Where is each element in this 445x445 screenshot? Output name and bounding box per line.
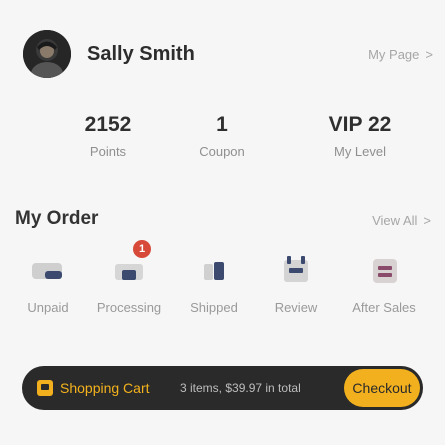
stat-level[interactable]: VIP 22 My Level <box>300 112 420 159</box>
view-all-link[interactable]: View All > <box>372 213 431 228</box>
order-label: Review <box>274 300 318 315</box>
order-unpaid[interactable]: Unpaid <box>8 244 88 315</box>
profile-header: Sally Smith My Page > <box>0 0 445 108</box>
my-page-label: My Page <box>368 47 420 62</box>
chat-icon <box>276 250 316 290</box>
order-section-title: My Order <box>15 208 99 229</box>
chevron-right-icon: > <box>423 213 431 228</box>
box-icon: 1 <box>109 240 151 290</box>
cart-summary: 3 items, $39.97 in total <box>180 381 301 395</box>
refund-icon <box>364 250 404 290</box>
avatar-image <box>23 30 71 78</box>
notification-badge: 1 <box>133 240 151 258</box>
order-label: After Sales <box>352 300 416 315</box>
checkout-button[interactable]: Checkout <box>344 369 420 407</box>
stats-row: 2152 Points 1 Coupon VIP 22 My Level <box>0 112 445 172</box>
cart-label: Shopping Cart <box>60 380 150 396</box>
cart-icon <box>36 379 54 397</box>
stat-label: Coupon <box>199 144 245 159</box>
order-after-sales[interactable]: After Sales <box>344 244 424 315</box>
order-label: Unpaid <box>27 300 69 315</box>
order-label: Shipped <box>190 300 238 315</box>
stat-label: Points <box>89 144 127 159</box>
order-label: Processing <box>96 300 162 315</box>
order-processing[interactable]: 1 Processing <box>89 240 169 315</box>
my-page-link[interactable]: My Page > <box>368 47 433 62</box>
stat-value: 1 <box>216 113 228 136</box>
stat-value: 2152 <box>84 113 132 136</box>
stat-label: My Level <box>333 144 387 159</box>
view-all-label: View All <box>372 213 418 228</box>
order-review[interactable]: Review <box>256 244 336 315</box>
shopping-cart-bar[interactable]: Shopping Cart 3 items, $39.97 in total C… <box>22 366 423 410</box>
chevron-right-icon: > <box>425 47 433 62</box>
order-shipped[interactable]: Shipped <box>174 244 254 315</box>
stat-value: VIP 22 <box>328 113 392 136</box>
stat-coupon[interactable]: 1 Coupon <box>162 112 282 159</box>
order-status-row: Unpaid 1 Processing Shipped Review After… <box>0 240 445 324</box>
wallet-icon <box>28 250 68 290</box>
stat-points[interactable]: 2152 Points <box>48 112 168 159</box>
avatar[interactable] <box>23 30 71 78</box>
profile-page: Sally Smith My Page > 2152 Points 1 Coupo… <box>0 0 445 445</box>
truck-icon <box>194 250 234 290</box>
user-name: Sally Smith <box>87 43 195 65</box>
